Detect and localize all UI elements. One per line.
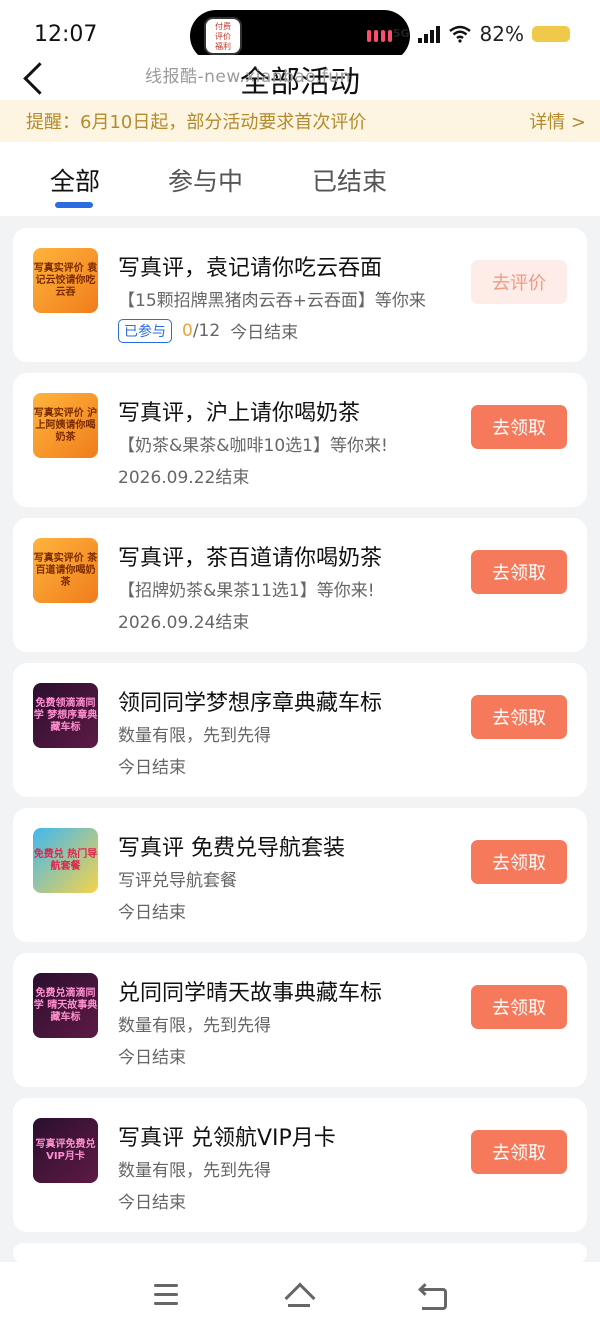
progress-done-count: 0: [182, 320, 193, 341]
menu-icon[interactable]: [154, 1284, 184, 1310]
wifi-icon: [448, 25, 471, 43]
activity-card[interactable]: 免费兑滴滴同学 晴天故事典藏车标 兑同同学晴天故事典藏车标 数量有限，先到先得 …: [13, 953, 587, 1087]
activity-end-text: 2026.09.24结束: [118, 613, 250, 633]
activity-subtitle: 数量有限，先到先得: [118, 1016, 271, 1036]
activity-card[interactable]: 免费兑 热门导航套餐 写真评 免费兑导航套装 写评兑导航套餐 今日结束 去领取: [13, 808, 587, 942]
claim-button[interactable]: 去领取: [471, 840, 567, 884]
activity-thumbnail: 免费兑 热门导航套餐: [33, 828, 98, 893]
joined-badge: 已参与: [118, 318, 172, 343]
battery-icon: [532, 26, 570, 42]
activity-end-text: 今日结束: [118, 758, 186, 778]
activity-title: 写真评，茶百道请你喝奶茶: [118, 546, 383, 571]
activity-card[interactable]: 写真实评价 沪上阿姨请你喝奶茶 写真评，沪上请你喝奶茶 【奶茶&果茶&咖啡10选…: [13, 373, 587, 507]
activity-subtitle: 【招牌奶茶&果茶11选1】等你来!: [118, 581, 375, 601]
activity-title: 写真评 免费兑导航套装: [118, 836, 345, 861]
notice-bar: 提醒：6月10日起，部分活动要求首次评价 详情 >: [0, 100, 600, 142]
network-type-icon: 5G: [392, 27, 410, 40]
tab-indicator: [55, 202, 93, 208]
status-time: 12:07: [34, 22, 98, 47]
return-icon[interactable]: [420, 1284, 450, 1310]
activity-meta: 已参与 0/12 今日结束: [118, 318, 298, 343]
activity-title: 领同同学梦想序章典藏车标: [118, 691, 383, 716]
claim-button[interactable]: 去领取: [471, 1130, 567, 1174]
battery-percent: 82%: [479, 22, 524, 46]
notice-text: 提醒：6月10日起，部分活动要求首次评价: [26, 112, 367, 133]
activity-title: 兑同同学晴天故事典藏车标: [118, 981, 383, 1006]
progress-total-count: /12: [192, 320, 221, 341]
activity-subtitle: 【15颗招牌黑猪肉云吞+云吞面】等你来: [118, 291, 426, 311]
activity-card-partial: [13, 1243, 587, 1263]
activity-title: 写真评，袁记请你吃云吞面: [118, 256, 383, 281]
audio-level-icon: [367, 30, 392, 42]
tab-participating[interactable]: 参与中: [168, 162, 243, 198]
activity-thumbnail: 免费领滴滴同学 梦想序章典藏车标: [33, 683, 98, 748]
claim-button[interactable]: 去领取: [471, 985, 567, 1029]
status-indicators: 5G 82%: [393, 22, 570, 46]
claim-button[interactable]: 去领取: [471, 695, 567, 739]
activity-end-text: 今日结束: [118, 1193, 186, 1213]
activity-thumbnail: 写真评免费兑VIP月卡: [33, 1118, 98, 1183]
review-button[interactable]: 去评价: [471, 260, 567, 304]
island-app-thumbnail: 付费 评价 福利: [204, 17, 242, 55]
activity-thumbnail: 写真实评价 茶百道请你喝奶茶: [33, 538, 98, 603]
home-icon[interactable]: [285, 1284, 315, 1310]
watermark: 线报酷-new.xianbao.fun: [145, 67, 351, 87]
activity-thumbnail: 写真实评价 沪上阿姨请你喝奶茶: [33, 393, 98, 458]
activity-card[interactable]: 免费领滴滴同学 梦想序章典藏车标 领同同学梦想序章典藏车标 数量有限，先到先得 …: [13, 663, 587, 797]
activity-end-text: 今日结束: [118, 1048, 186, 1068]
activity-progress: 0/12: [182, 321, 220, 341]
system-nav-bar: [0, 1262, 600, 1333]
activity-end-text: 2026.09.22结束: [118, 468, 250, 488]
activity-subtitle: 数量有限，先到先得: [118, 726, 271, 746]
activity-card[interactable]: 写真评免费兑VIP月卡 写真评 兑领航VIP月卡 数量有限，先到先得 今日结束 …: [13, 1098, 587, 1232]
claim-button[interactable]: 去领取: [471, 550, 567, 594]
activity-subtitle: 数量有限，先到先得: [118, 1161, 271, 1181]
tab-bar: 全部 参与中 已结束: [0, 142, 600, 216]
signal-icon: [417, 25, 440, 43]
activity-end-text: 今日结束: [230, 323, 299, 343]
activity-subtitle: 【奶茶&果茶&咖啡10选1】等你来!: [118, 436, 388, 456]
activity-title: 写真评，沪上请你喝奶茶: [118, 401, 361, 426]
activity-list: 写真实评价 袁记云饺请你吃云吞 写真评，袁记请你吃云吞面 【15颗招牌黑猪肉云吞…: [13, 228, 587, 1274]
activity-title: 写真评 兑领航VIP月卡: [118, 1126, 336, 1151]
activity-thumbnail: 写真实评价 袁记云饺请你吃云吞: [33, 248, 98, 313]
activity-end-text: 今日结束: [118, 903, 186, 923]
activity-thumbnail: 免费兑滴滴同学 晴天故事典藏车标: [33, 973, 98, 1038]
activity-subtitle: 写评兑导航套餐: [118, 871, 237, 891]
claim-button[interactable]: 去领取: [471, 405, 567, 449]
notice-detail-link[interactable]: 详情 >: [529, 108, 586, 134]
activity-card[interactable]: 写真实评价 袁记云饺请你吃云吞 写真评，袁记请你吃云吞面 【15颗招牌黑猪肉云吞…: [13, 228, 587, 362]
tab-ended[interactable]: 已结束: [312, 162, 387, 198]
activity-card[interactable]: 写真实评价 茶百道请你喝奶茶 写真评，茶百道请你喝奶茶 【招牌奶茶&果茶11选1…: [13, 518, 587, 652]
tab-all[interactable]: 全部: [50, 162, 100, 198]
